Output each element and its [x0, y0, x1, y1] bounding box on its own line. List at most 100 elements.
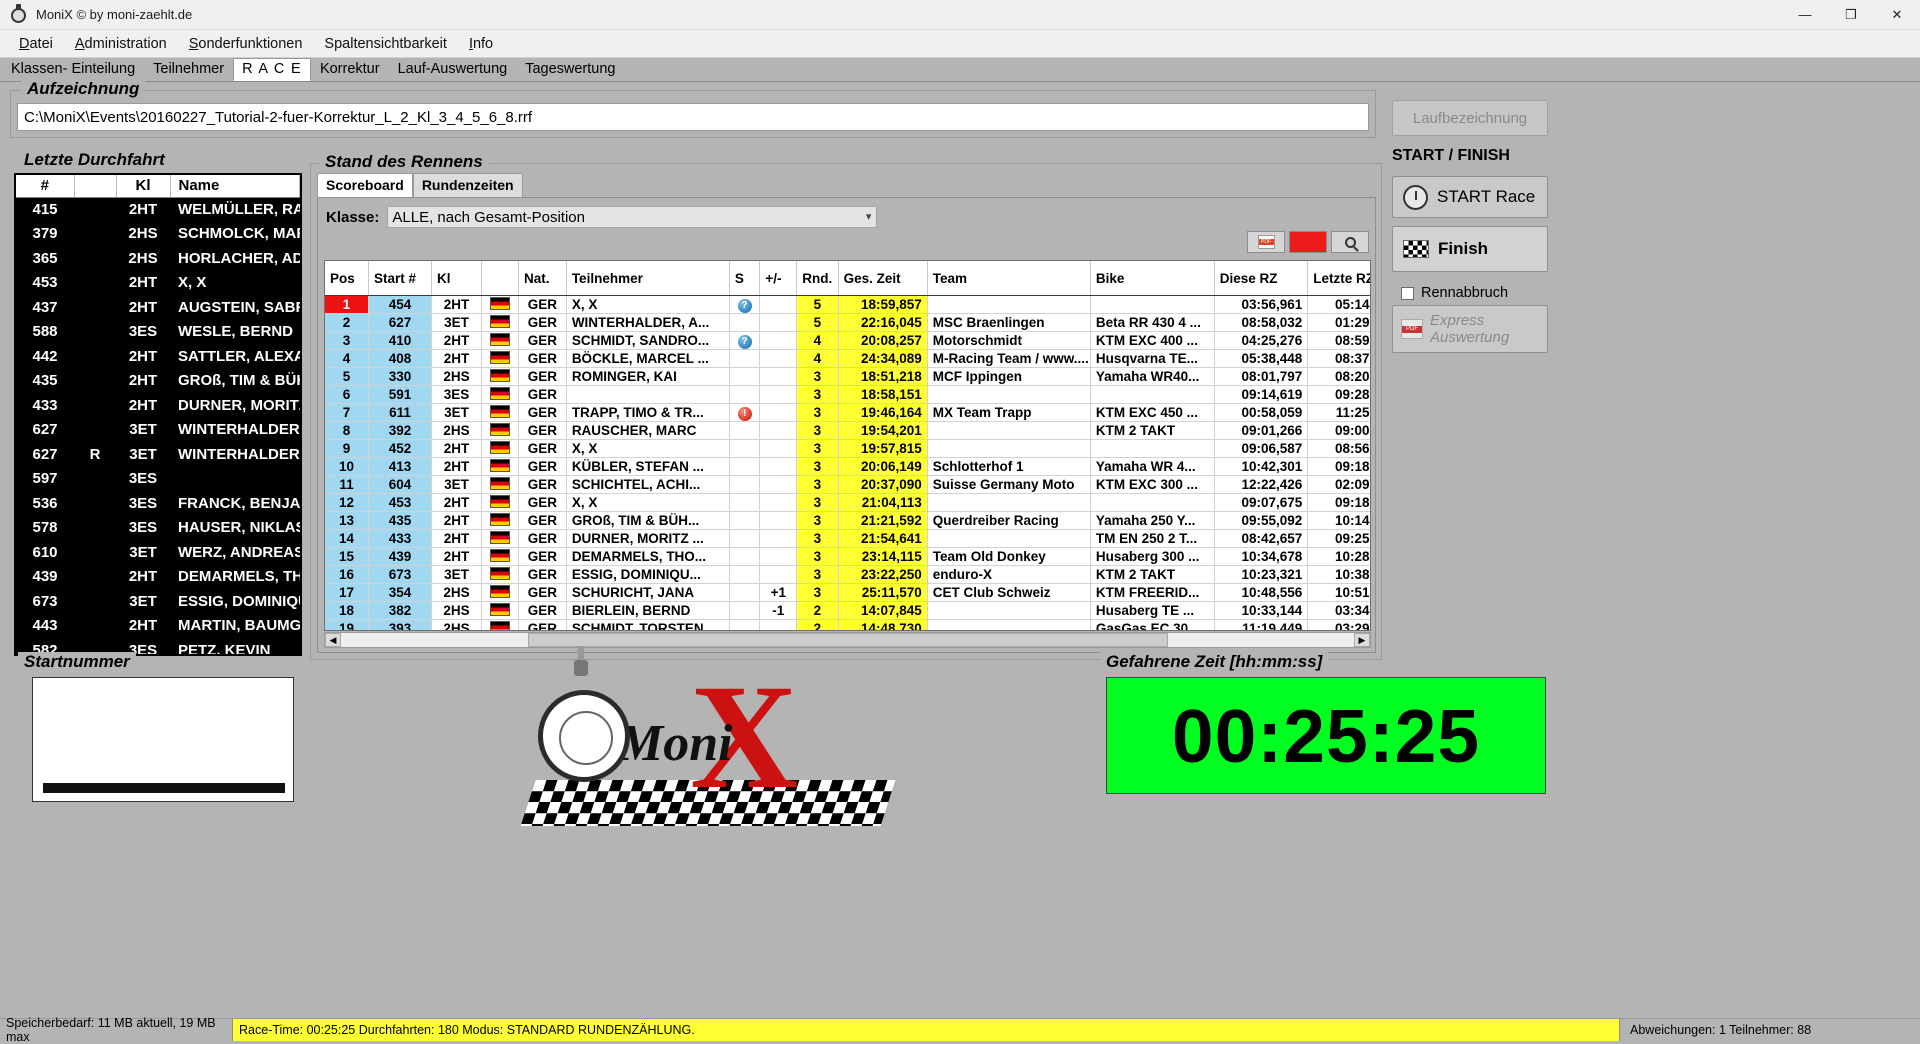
- search-button[interactable]: [1331, 231, 1369, 253]
- menu-datei[interactable]: Datei: [8, 32, 64, 56]
- recording-path-input[interactable]: [17, 103, 1369, 131]
- list-item[interactable]: 442 2HT SATTLER, ALEXANDER ...: [16, 344, 299, 369]
- table-row[interactable]: 13 435 2HT GER GROß, TIM & BÜH... 3 21:21,592 Q…: [325, 511, 1370, 530]
- scroll-right-icon[interactable]: ▶: [1354, 633, 1370, 647]
- laufbezeichnung-button[interactable]: Laufbezeichnung: [1392, 100, 1548, 136]
- col-header-bike[interactable]: Bike: [1090, 261, 1215, 296]
- list-item[interactable]: 433 2HT DURNER, MORITZ & SPI...: [16, 393, 299, 418]
- maximize-button[interactable]: ❐: [1828, 0, 1874, 30]
- list-item[interactable]: 439 2HT DEMARMELS, THOMAS ...: [16, 565, 299, 590]
- startnummer-display[interactable]: [32, 677, 294, 802]
- col-header-flag[interactable]: [481, 261, 519, 296]
- table-row[interactable]: 14542HT GERX, X? 518:59,857 03:56,96105:14,…: [325, 295, 1370, 314]
- tab-race[interactable]: R A C E: [233, 58, 311, 81]
- col-header-ges[interactable]: Ges. Zeit: [838, 261, 928, 296]
- list-item[interactable]: 627 3ET WINTERHALDER, ADRIA...: [16, 418, 299, 443]
- col-header-rnd[interactable]: Rnd.: [796, 261, 839, 296]
- table-row[interactable]: 18 382 2HS GER BIERLEIN, BERND -1 2 14:07,845 Hu…: [325, 601, 1370, 620]
- close-button[interactable]: ✕: [1874, 0, 1920, 30]
- table-row[interactable]: 14 433 2HT GER DURNER, MORITZ ... 3 21:54,641 T…: [325, 529, 1370, 548]
- table-row[interactable]: 3 410 2HT GER SCHMIDT, SANDRO...? 4 20:08,257 M…: [325, 331, 1370, 350]
- table-row[interactable]: 7 611 3ET GER TRAPP, TIMO & TR...! 3 19:46,164…: [325, 403, 1370, 422]
- tab-rundenzeiten[interactable]: Rundenzeiten: [412, 173, 523, 198]
- menu-sonderfunktionen[interactable]: Sonderfunktionen: [178, 32, 314, 56]
- scoreboard-toolbar: [1247, 231, 1369, 253]
- tab-korrektur[interactable]: Korrektur: [310, 58, 389, 81]
- col-header-pm[interactable]: +/-: [759, 261, 798, 296]
- cell-this-laptime: 00:58,059: [1214, 403, 1309, 422]
- checkbox-box[interactable]: [1401, 286, 1414, 300]
- pdf-export-button[interactable]: [1247, 231, 1285, 253]
- list-item[interactable]: 379 2HS SCHMOLCK, MARCO: [16, 222, 299, 247]
- list-item[interactable]: 536 3ES FRANCK, BENJAMIN: [16, 491, 299, 516]
- col-header-name[interactable]: Teilnehmer: [566, 261, 730, 296]
- minimize-button[interactable]: —: [1782, 0, 1828, 30]
- cell-participant: SCHMIDT, TORSTEN: [566, 619, 730, 630]
- menu-administration[interactable]: Administration: [64, 32, 178, 56]
- list-item[interactable]: 365 2HS HORLACHER, ADRIAN: [16, 246, 299, 271]
- tab-scoreboard[interactable]: Scoreboard: [317, 173, 413, 198]
- tab-tageswertung[interactable]: Tageswertung: [516, 58, 625, 81]
- col-header-team[interactable]: Team: [927, 261, 1091, 296]
- table-row[interactable]: 124532HT GERX, X 321:04,113 09:07,67509:18,…: [325, 493, 1370, 512]
- cell-bike: KTM EXC 400 ...: [1090, 331, 1215, 350]
- cell-this-laptime: 09:14,619: [1214, 385, 1309, 404]
- table-row[interactable]: 94522HT GERX, X 319:57,815 09:06,58708:56,0…: [325, 439, 1370, 458]
- scoreboard-grid[interactable]: Pos Start # Kl Nat. Teilnehmer S +/- Rnd. Ges. Z…: [324, 260, 1371, 631]
- cell-participant: ESSIG, DOMINIQU...: [566, 565, 730, 584]
- klasse-select[interactable]: ALLE, nach Gesamt-Position: [387, 206, 878, 228]
- table-row[interactable]: 65913ESGER318:58,15109:14,61909:28,24909…: [325, 385, 1370, 404]
- list-item[interactable]: 627 R 3ET WINTERHALDER, ADRIA...: [16, 442, 299, 467]
- table-row[interactable]: 8 392 2HS GER RAUSCHER, MARC 3 19:54,201 KTM 2 …: [325, 421, 1370, 440]
- cell-total-time: 21:54,641: [838, 529, 928, 548]
- cell-pos: 11: [325, 475, 369, 494]
- list-item[interactable]: 435 2HT GROß, TIM & BÜHLER, P...: [16, 369, 299, 394]
- table-row[interactable]: 4 408 2HT GER BÖCKLE, MARCEL ... 4 24:34,089 M-…: [325, 349, 1370, 368]
- table-row[interactable]: 19 393 2HS GER SCHMIDT, TORSTEN 2 14:48,730 Gas…: [325, 619, 1370, 630]
- col-header-letzte[interactable]: Letzte RZ: [1307, 261, 1370, 296]
- list-item[interactable]: 673 3ET ESSIG, DOMINIQUE & H...: [16, 589, 299, 614]
- col-header-diese[interactable]: Diese RZ: [1214, 261, 1309, 296]
- cell-participant: SCHURICHT, JANA: [566, 583, 730, 602]
- letzte-durchfahrt-list[interactable]: # Kl Name 415 2HT WELMÜLLER, RALF & ... 379…: [14, 173, 302, 656]
- list-item[interactable]: 437 2HT AUGSTEIN, SABRINA & ...: [16, 295, 299, 320]
- aufzeichnung-legend: Aufzeichnung: [21, 79, 146, 99]
- list-item[interactable]: 610 3ET WERZ, ANDREAS & RAU...: [16, 540, 299, 565]
- cell-team: [927, 421, 1091, 440]
- ld-retired-flag: [74, 246, 116, 271]
- express-auswertung-button[interactable]: Express Auswertung: [1392, 305, 1548, 353]
- stand-des-rennens-group: Stand des Rennens Scoreboard Rundenzeite…: [310, 152, 1382, 660]
- list-item[interactable]: 415 2HT WELMÜLLER, RALF & ...: [16, 197, 299, 222]
- col-header-s[interactable]: S: [729, 261, 761, 296]
- list-item[interactable]: 453 2HT X, X: [16, 271, 300, 296]
- list-item[interactable]: 578 3ES HAUSER, NIKLAS: [16, 516, 299, 541]
- col-header-start[interactable]: Start #: [368, 261, 433, 296]
- table-row[interactable]: 15 439 2HT GER DEMARMELS, THO... 3 23:14,115 Te…: [325, 547, 1370, 566]
- start-race-button[interactable]: START Race: [1392, 176, 1548, 218]
- cell-nationality: GER: [518, 601, 567, 620]
- finish-button[interactable]: Finish: [1392, 226, 1548, 272]
- scroll-thumb[interactable]: [527, 633, 1168, 647]
- menu-spaltensichtbarkeit[interactable]: Spaltensichtbarkeit: [313, 32, 458, 56]
- list-item[interactable]: 588 3ES WESLE, BERND: [16, 320, 300, 345]
- list-item[interactable]: 597 3ES: [16, 467, 300, 492]
- scroll-left-icon[interactable]: ◀: [325, 633, 341, 647]
- menu-info[interactable]: Info: [458, 32, 504, 56]
- rennabbruch-checkbox[interactable]: Rennabbruch: [1392, 280, 1548, 306]
- list-item[interactable]: 443 2HT MARTIN, BAUMGARTNE...: [16, 614, 299, 639]
- tab-teilnehmer[interactable]: Teilnehmer: [144, 58, 234, 81]
- table-row[interactable]: 17 354 2HS GER SCHURICHT, JANA +1 3 25:11,570 CE…: [325, 583, 1370, 602]
- cell-participant: TRAPP, TIMO & TR...: [566, 403, 730, 422]
- table-row[interactable]: 10 413 2HT GER KÜBLER, STEFAN ... 3 20:06,149 S…: [325, 457, 1370, 476]
- table-row[interactable]: 5 330 2HS GER ROMINGER, KAI 3 18:51,218 MCF Ipp…: [325, 367, 1370, 386]
- table-row[interactable]: 16 673 3ET GER ESSIG, DOMINIQU... 3 23:22,250 e…: [325, 565, 1370, 584]
- col-header-nat[interactable]: Nat.: [518, 261, 567, 296]
- horizontal-scrollbar[interactable]: ◀ ▶: [324, 632, 1371, 648]
- table-row[interactable]: 2 627 3ET GER WINTERHALDER, A... 5 22:16,045 MS…: [325, 313, 1370, 332]
- table-row[interactable]: 11 604 3ET GER SCHICHTEL, ACHI... 3 20:37,090 S…: [325, 475, 1370, 494]
- col-header-kl[interactable]: Kl: [431, 261, 483, 296]
- tab-klassen-einteilung[interactable]: Klassen- Einteilung: [2, 58, 145, 81]
- stop-button[interactable]: [1289, 231, 1327, 253]
- col-header-pos[interactable]: Pos: [325, 261, 369, 296]
- tab-lauf-auswertung[interactable]: Lauf-Auswertung: [388, 58, 517, 81]
